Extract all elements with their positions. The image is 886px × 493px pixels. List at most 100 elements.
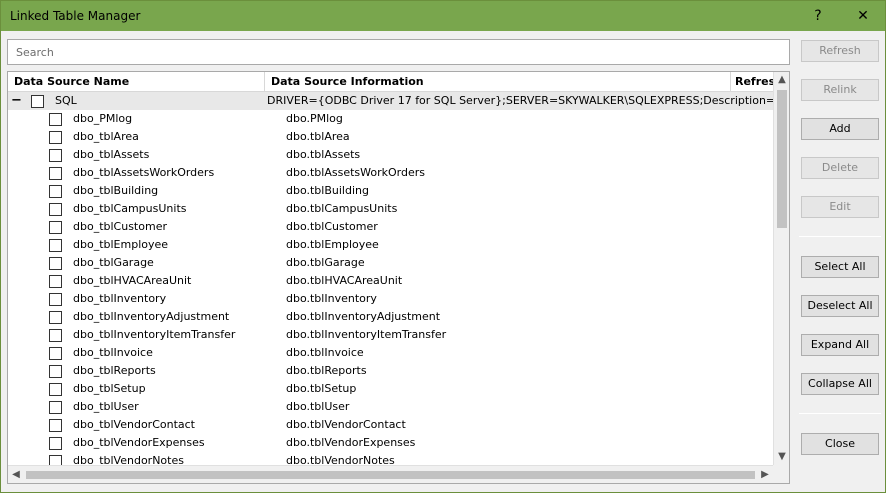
relink-button[interactable]: Relink (801, 79, 879, 101)
row-checkbox[interactable] (49, 221, 62, 234)
table-source-info: dbo.tblGarage (286, 256, 365, 269)
scroll-up-icon[interactable]: ▲ (774, 72, 789, 88)
column-header-data-source-information[interactable]: Data Source Information (265, 72, 731, 91)
row-checkbox[interactable] (49, 113, 62, 126)
row-checkbox[interactable] (49, 437, 62, 450)
row-checkbox[interactable] (49, 149, 62, 162)
table-name: dbo_tblInventoryItemTransfer (73, 328, 236, 341)
table-name: dbo_tblInvoice (73, 346, 153, 359)
row-checkbox[interactable] (49, 203, 62, 216)
scroll-down-icon[interactable]: ▼ (774, 449, 789, 465)
row-checkbox[interactable] (49, 365, 62, 378)
table-row[interactable]: dbo_tblAssetsWorkOrders dbo.tblAssetsWork… (8, 164, 773, 182)
delete-button[interactable]: Delete (801, 157, 879, 179)
column-header-refresh[interactable]: Refresh (731, 72, 773, 91)
group-row-sql[interactable]: − SQL DRIVER={ODBC Driver 17 for SQL Ser… (8, 92, 773, 110)
row-checkbox[interactable] (49, 131, 62, 144)
row-checkbox[interactable] (49, 455, 62, 465)
row-checkbox[interactable] (49, 167, 62, 180)
select-all-button[interactable]: Select All (801, 256, 879, 278)
table-source-info: dbo.tblInventory (286, 292, 377, 305)
button-separator (799, 413, 881, 414)
table-row[interactable]: dbo_tblInventoryAdjustment dbo.tblInvento… (8, 308, 773, 326)
table-row[interactable]: dbo_tblInvoice dbo.tblInvoice (8, 344, 773, 362)
scroll-right-icon[interactable]: ▶ (757, 466, 773, 483)
table-source-info: dbo.tblVendorNotes (286, 454, 395, 465)
table-name: dbo_tblReports (73, 364, 156, 377)
row-checkbox[interactable] (49, 329, 62, 342)
row-checkbox[interactable] (49, 401, 62, 414)
row-checkbox[interactable] (49, 311, 62, 324)
help-icon[interactable]: ? (798, 1, 838, 31)
row-checkbox[interactable] (49, 275, 62, 288)
vertical-scrollbar[interactable]: ▲ ▼ (773, 72, 789, 465)
grid-rows: − SQL DRIVER={ODBC Driver 17 for SQL Ser… (8, 92, 773, 465)
table-name: dbo_tblCampusUnits (73, 202, 187, 215)
table-name: dbo_tblHVACAreaUnit (73, 274, 192, 287)
table-source-info: dbo.tblVendorExpenses (286, 436, 416, 449)
refresh-button[interactable]: Refresh (801, 40, 879, 62)
expand-all-button[interactable]: Expand All (801, 334, 879, 356)
row-checkbox[interactable] (49, 185, 62, 198)
table-name: dbo_tblInventory (73, 292, 167, 305)
add-button[interactable]: Add (801, 118, 879, 140)
table-row[interactable]: dbo_tblCampusUnits dbo.tblCampusUnits (8, 200, 773, 218)
table-source-info: dbo.PMlog (286, 112, 343, 125)
collapse-all-button[interactable]: Collapse All (801, 373, 879, 395)
search-input[interactable] (7, 39, 790, 65)
deselect-all-button[interactable]: Deselect All (801, 295, 879, 317)
close-icon[interactable]: ✕ (843, 1, 883, 31)
table-source-info: dbo.tblInventoryItemTransfer (286, 328, 447, 341)
table-row[interactable]: dbo_tblUser dbo.tblUser (8, 398, 773, 416)
table-row[interactable]: dbo_tblGarage dbo.tblGarage (8, 254, 773, 272)
table-name: dbo_tblArea (73, 130, 139, 143)
table-name: dbo_tblVendorExpenses (73, 436, 205, 449)
table-name: dbo_tblSetup (73, 382, 146, 395)
table-source-info: dbo.tblCampusUnits (286, 202, 398, 215)
horizontal-scroll-thumb[interactable] (26, 471, 755, 479)
row-checkbox[interactable] (49, 419, 62, 432)
table-source-info: dbo.tblAssetsWorkOrders (286, 166, 425, 179)
column-header-data-source-name[interactable]: Data Source Name (8, 72, 265, 91)
table-name: dbo_tblCustomer (73, 220, 167, 233)
table-row[interactable]: dbo_tblVendorExpenses dbo.tblVendorExpens… (8, 434, 773, 452)
table-name: dbo_tblAssets (73, 148, 150, 161)
table-row[interactable]: dbo_tblInventory dbo.tblInventory (8, 290, 773, 308)
table-name: dbo_tblInventoryAdjustment (73, 310, 230, 323)
table-row[interactable]: dbo_tblSetup dbo.tblSetup (8, 380, 773, 398)
table-source-info: dbo.tblSetup (286, 382, 357, 395)
table-source-info: dbo.tblUser (286, 400, 350, 413)
vertical-scroll-thumb[interactable] (777, 90, 787, 228)
row-checkbox[interactable] (49, 293, 62, 306)
table-source-info: dbo.tblCustomer (286, 220, 378, 233)
row-checkbox[interactable] (49, 347, 62, 360)
linked-tables-grid: Data Source Name Data Source Information… (7, 71, 790, 484)
table-row[interactable]: dbo_tblInventoryItemTransfer dbo.tblInven… (8, 326, 773, 344)
row-checkbox[interactable] (49, 257, 62, 270)
table-row[interactable]: dbo_tblVendorNotes dbo.tblVendorNotes (8, 452, 773, 465)
table-name: dbo_tblVendorNotes (73, 454, 184, 465)
collapse-icon[interactable]: − (11, 92, 25, 110)
table-row[interactable]: dbo_tblBuilding dbo.tblBuilding (8, 182, 773, 200)
scroll-left-icon[interactable]: ◀ (8, 466, 24, 483)
horizontal-scrollbar[interactable]: ◀ ▶ (8, 465, 773, 483)
table-row[interactable]: dbo_tblAssets dbo.tblAssets (8, 146, 773, 164)
title-bar[interactable]: Linked Table Manager ? ✕ (1, 1, 885, 31)
table-row[interactable]: dbo_tblReports dbo.tblReports (8, 362, 773, 380)
table-row[interactable]: dbo_tblEmployee dbo.tblEmployee (8, 236, 773, 254)
edit-button[interactable]: Edit (801, 196, 879, 218)
table-row[interactable]: dbo_tblVendorContact dbo.tblVendorContact (8, 416, 773, 434)
row-checkbox[interactable] (49, 239, 62, 252)
table-row[interactable]: dbo_tblHVACAreaUnit dbo.tblHVACAreaUnit (8, 272, 773, 290)
grid-header: Data Source Name Data Source Information… (8, 72, 773, 92)
table-name: dbo_tblEmployee (73, 238, 169, 251)
table-source-info: dbo.tblEmployee (286, 238, 379, 251)
group-checkbox[interactable] (31, 95, 44, 108)
table-row[interactable]: dbo_tblArea dbo.tblArea (8, 128, 773, 146)
table-source-info: dbo.tblHVACAreaUnit (286, 274, 403, 287)
table-name: dbo_tblUser (73, 400, 139, 413)
row-checkbox[interactable] (49, 383, 62, 396)
table-row[interactable]: dbo_tblCustomer dbo.tblCustomer (8, 218, 773, 236)
table-row[interactable]: dbo_PMlog dbo.PMlog (8, 110, 773, 128)
close-button[interactable]: Close (801, 433, 879, 455)
